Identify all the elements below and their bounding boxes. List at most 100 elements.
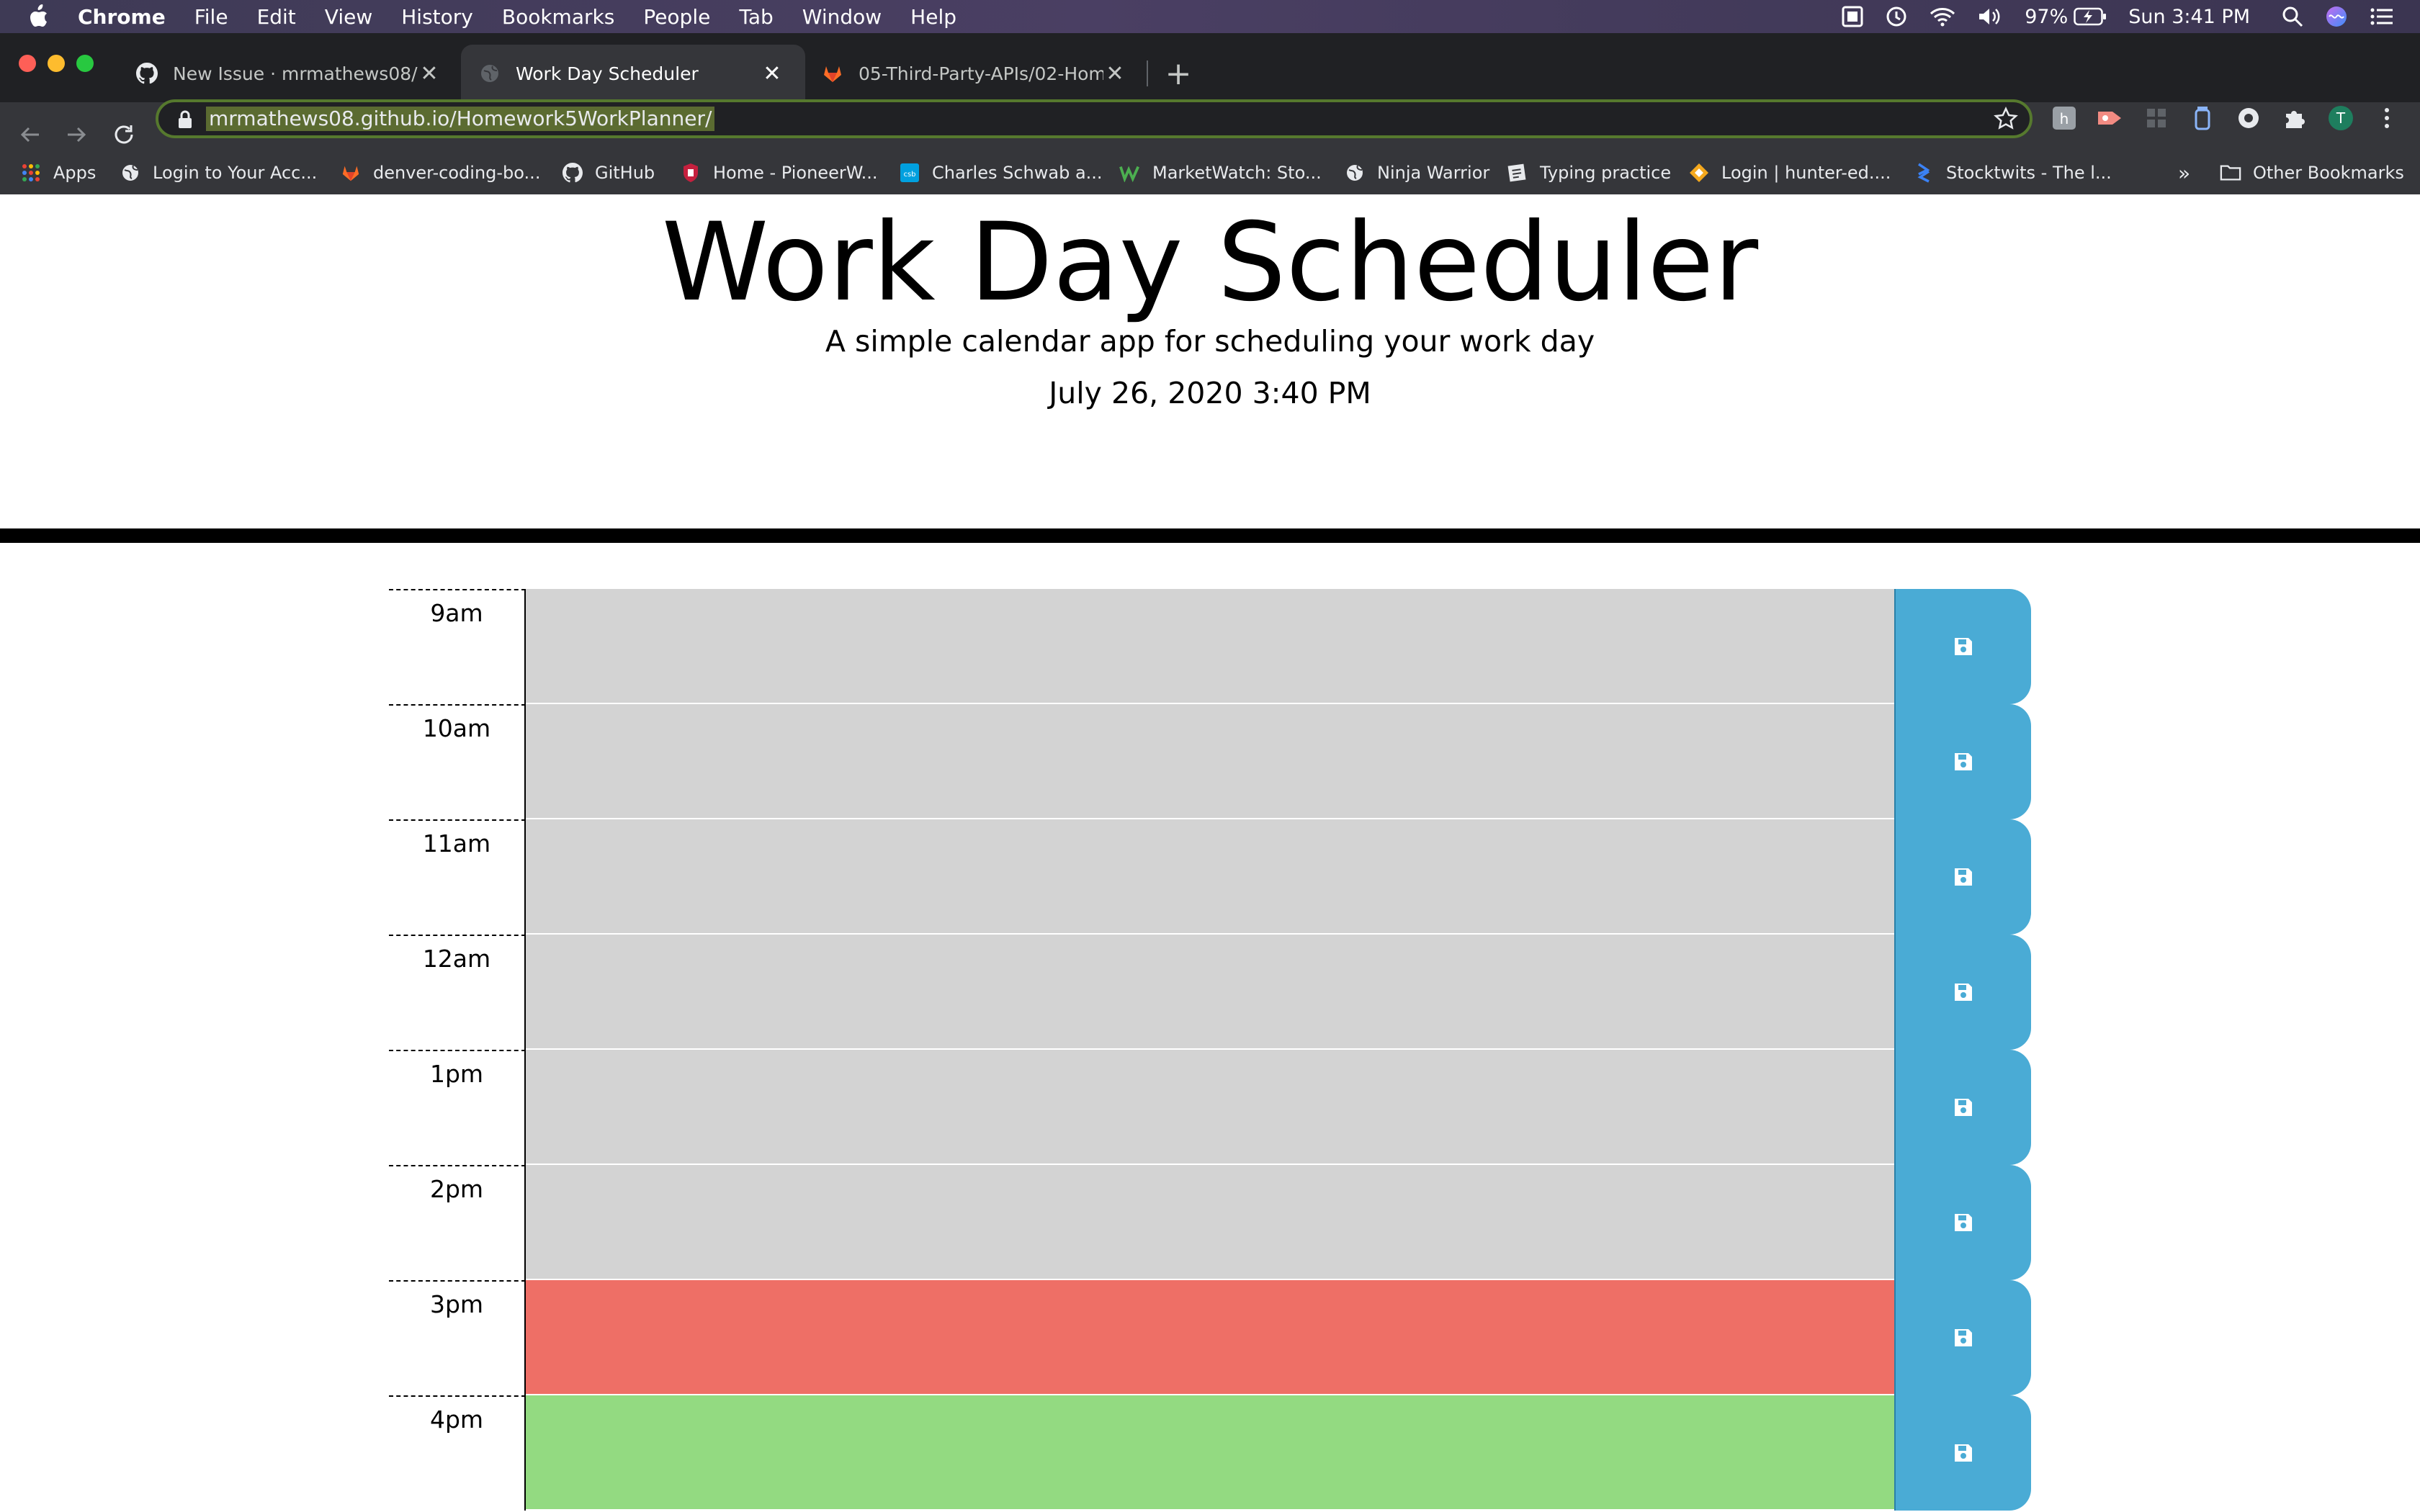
volume-icon[interactable] [1977, 6, 2003, 27]
extensions-puzzle-icon[interactable] [2279, 102, 2311, 134]
spotlight-search-icon[interactable] [2282, 6, 2303, 27]
task-input[interactable] [526, 1280, 1894, 1395]
extension-circle-icon[interactable] [2233, 102, 2264, 134]
hour-label: 4pm [389, 1395, 526, 1511]
tab-close-icon[interactable]: ✕ [1102, 60, 1128, 86]
apps-grid-icon [20, 162, 42, 184]
task-input[interactable] [526, 935, 1894, 1050]
bookmark-typing-practice[interactable]: Typing practice [1507, 151, 1671, 194]
menubar-clock[interactable]: Sun 3:41 PM [2128, 6, 2250, 28]
time-block-row: 9am [389, 589, 2031, 704]
svg-text:csb: csb [903, 171, 915, 179]
bookmark-marketwatch[interactable]: MarketWatch: Sto... [1119, 151, 1322, 194]
tab-separator [1147, 60, 1148, 86]
bookmark-label: Home - PioneerW... [713, 163, 878, 183]
lock-icon[interactable] [177, 109, 196, 131]
save-button[interactable] [1894, 1165, 2031, 1280]
bookmarks-overflow-button[interactable]: » [2178, 151, 2190, 194]
bookmark-ninja-warrior[interactable]: Ninja Warrior [1344, 151, 1489, 194]
folder-icon [2220, 162, 2241, 184]
menu-edit[interactable]: Edit [257, 5, 296, 29]
extension-grid-icon[interactable] [2141, 102, 2172, 134]
bookmark-denver-coding[interactable]: denver-coding-bo... [340, 151, 540, 194]
time-block-row: 11am [389, 819, 2031, 935]
save-button[interactable] [1894, 1280, 2031, 1395]
menu-view[interactable]: View [325, 5, 372, 29]
tab-work-day-scheduler[interactable]: Work Day Scheduler ✕ [461, 45, 805, 102]
menu-window[interactable]: Window [802, 5, 882, 29]
menu-chrome[interactable]: Chrome [78, 5, 166, 29]
bookmark-apps[interactable]: Apps [20, 151, 96, 194]
extension-screencast-icon[interactable] [2094, 102, 2126, 134]
notification-center-icon[interactable] [2370, 6, 2394, 27]
menu-people[interactable]: People [643, 5, 710, 29]
extension-jar-icon[interactable] [2187, 102, 2218, 134]
window-zoom-button[interactable] [76, 55, 94, 72]
window-close-button[interactable] [19, 55, 36, 72]
window-minimize-button[interactable] [48, 55, 65, 72]
extension-h-icon[interactable]: h [2048, 102, 2080, 134]
tab-strip: New Issue · mrmathews08/Hom ✕ Work Day S… [0, 33, 2420, 102]
save-button[interactable] [1894, 704, 2031, 819]
other-bookmarks[interactable]: Other Bookmarks [2220, 151, 2404, 194]
task-input[interactable] [526, 1165, 1894, 1280]
bookmark-label: GitHub [595, 163, 655, 183]
menu-bookmarks[interactable]: Bookmarks [502, 5, 614, 29]
bookmark-login-account[interactable]: Login to Your Acc... [120, 151, 317, 194]
time-block-row: 4pm [389, 1395, 2031, 1511]
save-button[interactable] [1894, 935, 2031, 1050]
time-block-row: 10am [389, 704, 2031, 819]
tab-close-icon[interactable]: ✕ [759, 60, 785, 86]
hour-label: 12am [389, 935, 526, 1050]
tab-close-icon[interactable]: ✕ [416, 60, 442, 86]
wifi-icon[interactable] [1930, 6, 1955, 27]
save-button[interactable] [1894, 1050, 2031, 1165]
apple-icon[interactable] [26, 4, 50, 29]
siri-icon[interactable] [2325, 5, 2348, 28]
tab-new-issue[interactable]: New Issue · mrmathews08/Hom ✕ [118, 45, 462, 102]
gitlab-icon [340, 162, 362, 184]
bookmark-label: Stocktwits - The l... [1946, 163, 2112, 183]
url-text[interactable]: mrmathews08.github.io/Homework5WorkPlann… [206, 107, 715, 131]
task-input[interactable] [526, 589, 1894, 704]
bookmark-stocktwits[interactable]: Stocktwits - The l... [1913, 151, 2112, 194]
save-button[interactable] [1894, 1395, 2031, 1511]
bookmark-pioneer[interactable]: Home - PioneerW... [680, 151, 878, 194]
save-icon [1955, 753, 1972, 770]
marketwatch-icon [1119, 162, 1141, 184]
tab-third-party-apis[interactable]: 05-Third-Party-APIs/02-Home ✕ [804, 45, 1148, 102]
address-bar[interactable]: mrmathews08.github.io/Homework5WorkPlann… [156, 99, 2033, 138]
hour-label: 3pm [389, 1280, 526, 1395]
menu-history[interactable]: History [401, 5, 473, 29]
time-machine-icon[interactable] [1885, 5, 1908, 28]
bookmark-label: MarketWatch: Sto... [1152, 163, 1322, 183]
hour-label: 10am [389, 704, 526, 819]
hour-label: 2pm [389, 1165, 526, 1280]
task-input[interactable] [526, 1395, 1894, 1511]
new-tab-button[interactable]: + [1160, 55, 1197, 92]
mission-control-icon[interactable] [1842, 6, 1863, 27]
task-input[interactable] [526, 704, 1894, 819]
page-title: Work Day Scheduler [661, 200, 1759, 325]
page-subtitle: A simple calendar app for scheduling you… [825, 324, 1595, 359]
save-button[interactable] [1894, 819, 2031, 935]
current-date: July 26, 2020 3:40 PM [1049, 376, 1371, 410]
hunter-icon [1688, 162, 1710, 184]
chrome-menu-icon[interactable] [2371, 102, 2403, 134]
task-input[interactable] [526, 819, 1894, 935]
save-button[interactable] [1894, 589, 2031, 704]
globe-icon [1344, 162, 1366, 184]
bookmark-schwab[interactable]: csb Charles Schwab a... [899, 151, 1103, 194]
bookmark-hunter-ed[interactable]: Login | hunter-ed.... [1688, 151, 1891, 194]
tab-title: Work Day Scheduler [516, 63, 699, 84]
menu-help[interactable]: Help [910, 5, 956, 29]
tab-title: 05-Third-Party-APIs/02-Home [859, 63, 1103, 84]
jumbotron-header: Work Day Scheduler A simple calendar app… [0, 194, 2420, 543]
profile-avatar[interactable]: T [2325, 102, 2357, 134]
menu-file[interactable]: File [194, 5, 228, 29]
bookmark-github[interactable]: GitHub [562, 151, 655, 194]
menu-tab[interactable]: Tab [739, 5, 773, 29]
bookmark-star-icon[interactable] [1994, 107, 2020, 132]
battery-icon[interactable] [2074, 7, 2107, 26]
task-input[interactable] [526, 1050, 1894, 1165]
